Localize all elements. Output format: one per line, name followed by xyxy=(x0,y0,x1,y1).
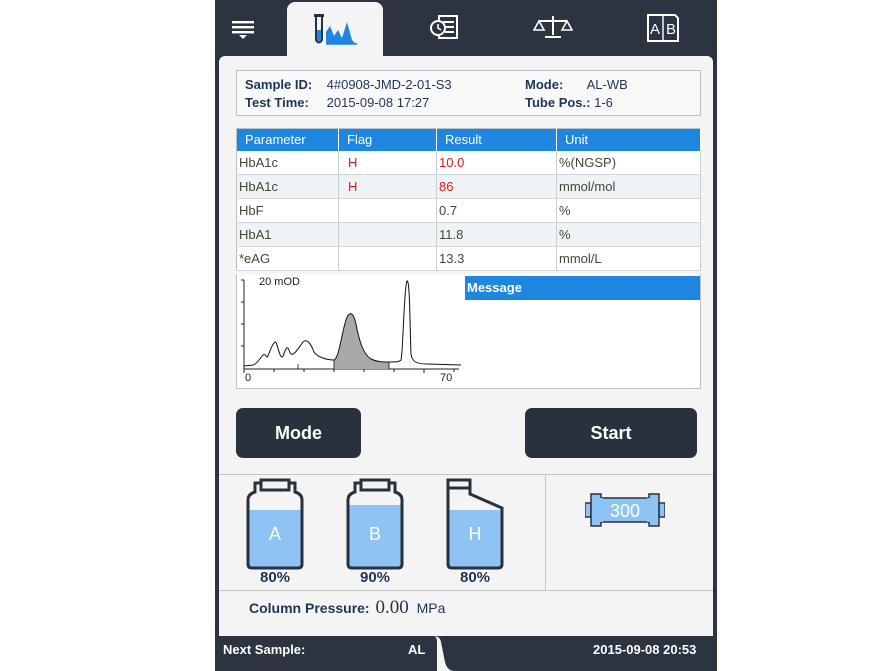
flag-cell xyxy=(338,198,437,223)
parameter-cell: HbA1 xyxy=(236,222,339,247)
nav-tab-history[interactable] xyxy=(397,0,493,56)
chromatogram-x-end-label: 70 xyxy=(440,372,452,384)
reagent-h-percent: 80% xyxy=(459,569,491,586)
menu-icon xyxy=(230,15,256,41)
message-header: Message xyxy=(465,276,700,300)
divider xyxy=(219,590,713,591)
ab-compare-icon: A B xyxy=(645,12,681,44)
tube-position-value: 1-6 xyxy=(594,95,613,110)
next-sample-value: AL xyxy=(408,642,426,657)
result-cell: 10.0 xyxy=(436,150,557,175)
nav-tab-menu[interactable] xyxy=(195,0,291,56)
test-time-label: Test Time: xyxy=(245,95,309,110)
nav-tab-calibration[interactable] xyxy=(505,0,601,56)
mode-row: Mode: AL-WB xyxy=(525,76,628,94)
parameter-cell: HbF xyxy=(236,198,339,223)
table-row[interactable]: HbA1c H 86 mmol/mol xyxy=(236,174,701,199)
results-header-row: Parameter Flag Result Unit xyxy=(236,128,701,151)
result-cell: 13.3 xyxy=(436,246,557,271)
table-row[interactable]: *eAG 13.3 mmol/L xyxy=(236,246,701,271)
column-counter-value: 300 xyxy=(610,501,640,521)
status-bar: Next Sample: AL 2015-09-08 20:53 xyxy=(215,636,717,671)
flag-cell: H xyxy=(338,174,437,199)
chromatogram-plot: 20 mOD 0 70 xyxy=(241,276,462,384)
svg-text:B: B xyxy=(666,21,676,38)
tube-position-row: Tube Pos.: 1-6 xyxy=(525,94,613,112)
flag-cell xyxy=(338,246,437,271)
top-navigation: A B xyxy=(215,0,717,58)
bottle-letter: B xyxy=(369,524,381,544)
bottle-icon: H xyxy=(446,478,504,570)
chromatogram-message-box: 20 mOD 0 70 Message xyxy=(236,274,701,389)
next-sample-label: Next Sample: xyxy=(223,642,306,657)
reagent-b-percent: 90% xyxy=(359,569,391,586)
sample-id-value: 4#0908-JMD-2-01-S3 xyxy=(326,77,452,92)
result-cell: 0.7 xyxy=(436,198,557,223)
column-header-flag: Flag xyxy=(338,128,437,151)
parameter-cell: HbA1c xyxy=(236,174,339,199)
table-row[interactable]: HbF 0.7 % xyxy=(236,198,701,223)
unit-cell: %(NGSP) xyxy=(556,150,701,175)
bottle-letter: H xyxy=(469,524,482,544)
test-time-value: 2015-09-08 17:27 xyxy=(326,95,430,110)
chromatogram-x-start-label: 0 xyxy=(245,372,251,384)
parameter-cell: HbA1c xyxy=(236,150,339,175)
chromatogram-y-label: 20 mOD xyxy=(259,276,300,288)
device-screen: A B Sample ID: 4#0908-JMD-2-01-S3 Test T… xyxy=(215,0,717,671)
flag-cell: H xyxy=(338,150,437,175)
column-counter[interactable]: 300 xyxy=(584,490,666,530)
result-cell: 11.8 xyxy=(436,222,557,247)
history-icon xyxy=(429,13,461,43)
unit-cell: mmol/L xyxy=(556,246,701,271)
parameter-cell: *eAG xyxy=(236,246,339,271)
results-table: Parameter Flag Result Unit HbA1c H 10.0 … xyxy=(236,128,701,271)
status-datetime: 2015-09-08 20:53 xyxy=(593,642,697,657)
column-pressure-label: Column Pressure: xyxy=(249,600,370,616)
nav-tab-results[interactable] xyxy=(287,2,383,58)
reagent-bottle-h[interactable]: H xyxy=(445,478,505,570)
nav-tab-compare[interactable]: A B xyxy=(615,0,711,56)
table-row[interactable]: HbA1 11.8 % xyxy=(236,222,701,247)
mode-label: Mode: xyxy=(525,77,564,92)
unit-cell: % xyxy=(556,198,701,223)
svg-text:A: A xyxy=(650,21,660,38)
test-time-row: Test Time: 2015-09-08 17:27 xyxy=(245,94,429,112)
table-row[interactable]: HbA1c H 10.0 %(NGSP) xyxy=(236,150,701,175)
reagent-a-percent: 80% xyxy=(259,569,291,586)
bottle-icon: B xyxy=(346,478,404,570)
unit-cell: mmol/mol xyxy=(556,174,701,199)
chromatogram-icon xyxy=(311,12,359,48)
column-header-result: Result xyxy=(436,128,557,151)
mode-value: AL-WB xyxy=(586,77,628,92)
column-pressure-value: 0.00 xyxy=(375,597,409,618)
unit-cell: % xyxy=(556,222,701,247)
divider xyxy=(545,474,546,590)
sample-id-label: Sample ID: xyxy=(245,77,313,92)
column-pressure: Column Pressure: 0.00 MPa xyxy=(249,597,445,619)
bottle-letter: A xyxy=(269,524,281,544)
column-icon: 300 xyxy=(584,493,666,527)
column-pressure-unit: MPa xyxy=(416,600,446,616)
tube-position-label: Tube Pos.: xyxy=(525,95,591,110)
sample-id-row: Sample ID: 4#0908-JMD-2-01-S3 xyxy=(245,76,452,94)
reagent-bottle-a[interactable]: A xyxy=(245,478,305,570)
flag-cell xyxy=(338,222,437,247)
result-cell: 86 xyxy=(436,174,557,199)
divider xyxy=(219,474,713,475)
reagent-bottle-b[interactable]: B xyxy=(345,478,405,570)
start-button[interactable]: Start xyxy=(525,408,697,458)
bottle-icon: A xyxy=(246,478,304,570)
balance-scale-icon xyxy=(533,13,573,43)
main-panel: Sample ID: 4#0908-JMD-2-01-S3 Test Time:… xyxy=(219,56,713,636)
mode-button[interactable]: Mode xyxy=(236,408,361,458)
column-header-unit: Unit xyxy=(556,128,701,151)
column-header-parameter: Parameter xyxy=(236,128,339,151)
sample-info-box: Sample ID: 4#0908-JMD-2-01-S3 Test Time:… xyxy=(236,70,701,116)
